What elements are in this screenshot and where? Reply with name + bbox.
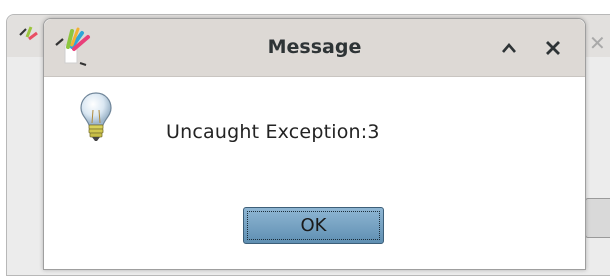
chevron-up-icon [502, 43, 516, 53]
close-icon [546, 41, 560, 55]
ok-button[interactable]: OK [243, 207, 384, 244]
maximize-button[interactable] [496, 35, 522, 61]
message-dialog: Message Uncaught Exception:3 OK [43, 18, 586, 270]
dialog-titlebar[interactable]: Message [44, 19, 585, 77]
ok-button-label: OK [300, 215, 327, 236]
background-app-logo-icon [19, 26, 38, 41]
close-button[interactable] [540, 35, 566, 61]
message-text: Uncaught Exception:3 [166, 121, 380, 143]
background-close-icon[interactable]: ✕ [589, 33, 606, 53]
dialog-content: Uncaught Exception:3 OK [44, 77, 585, 269]
background-button[interactable] [585, 198, 610, 238]
lightbulb-icon [80, 92, 112, 141]
